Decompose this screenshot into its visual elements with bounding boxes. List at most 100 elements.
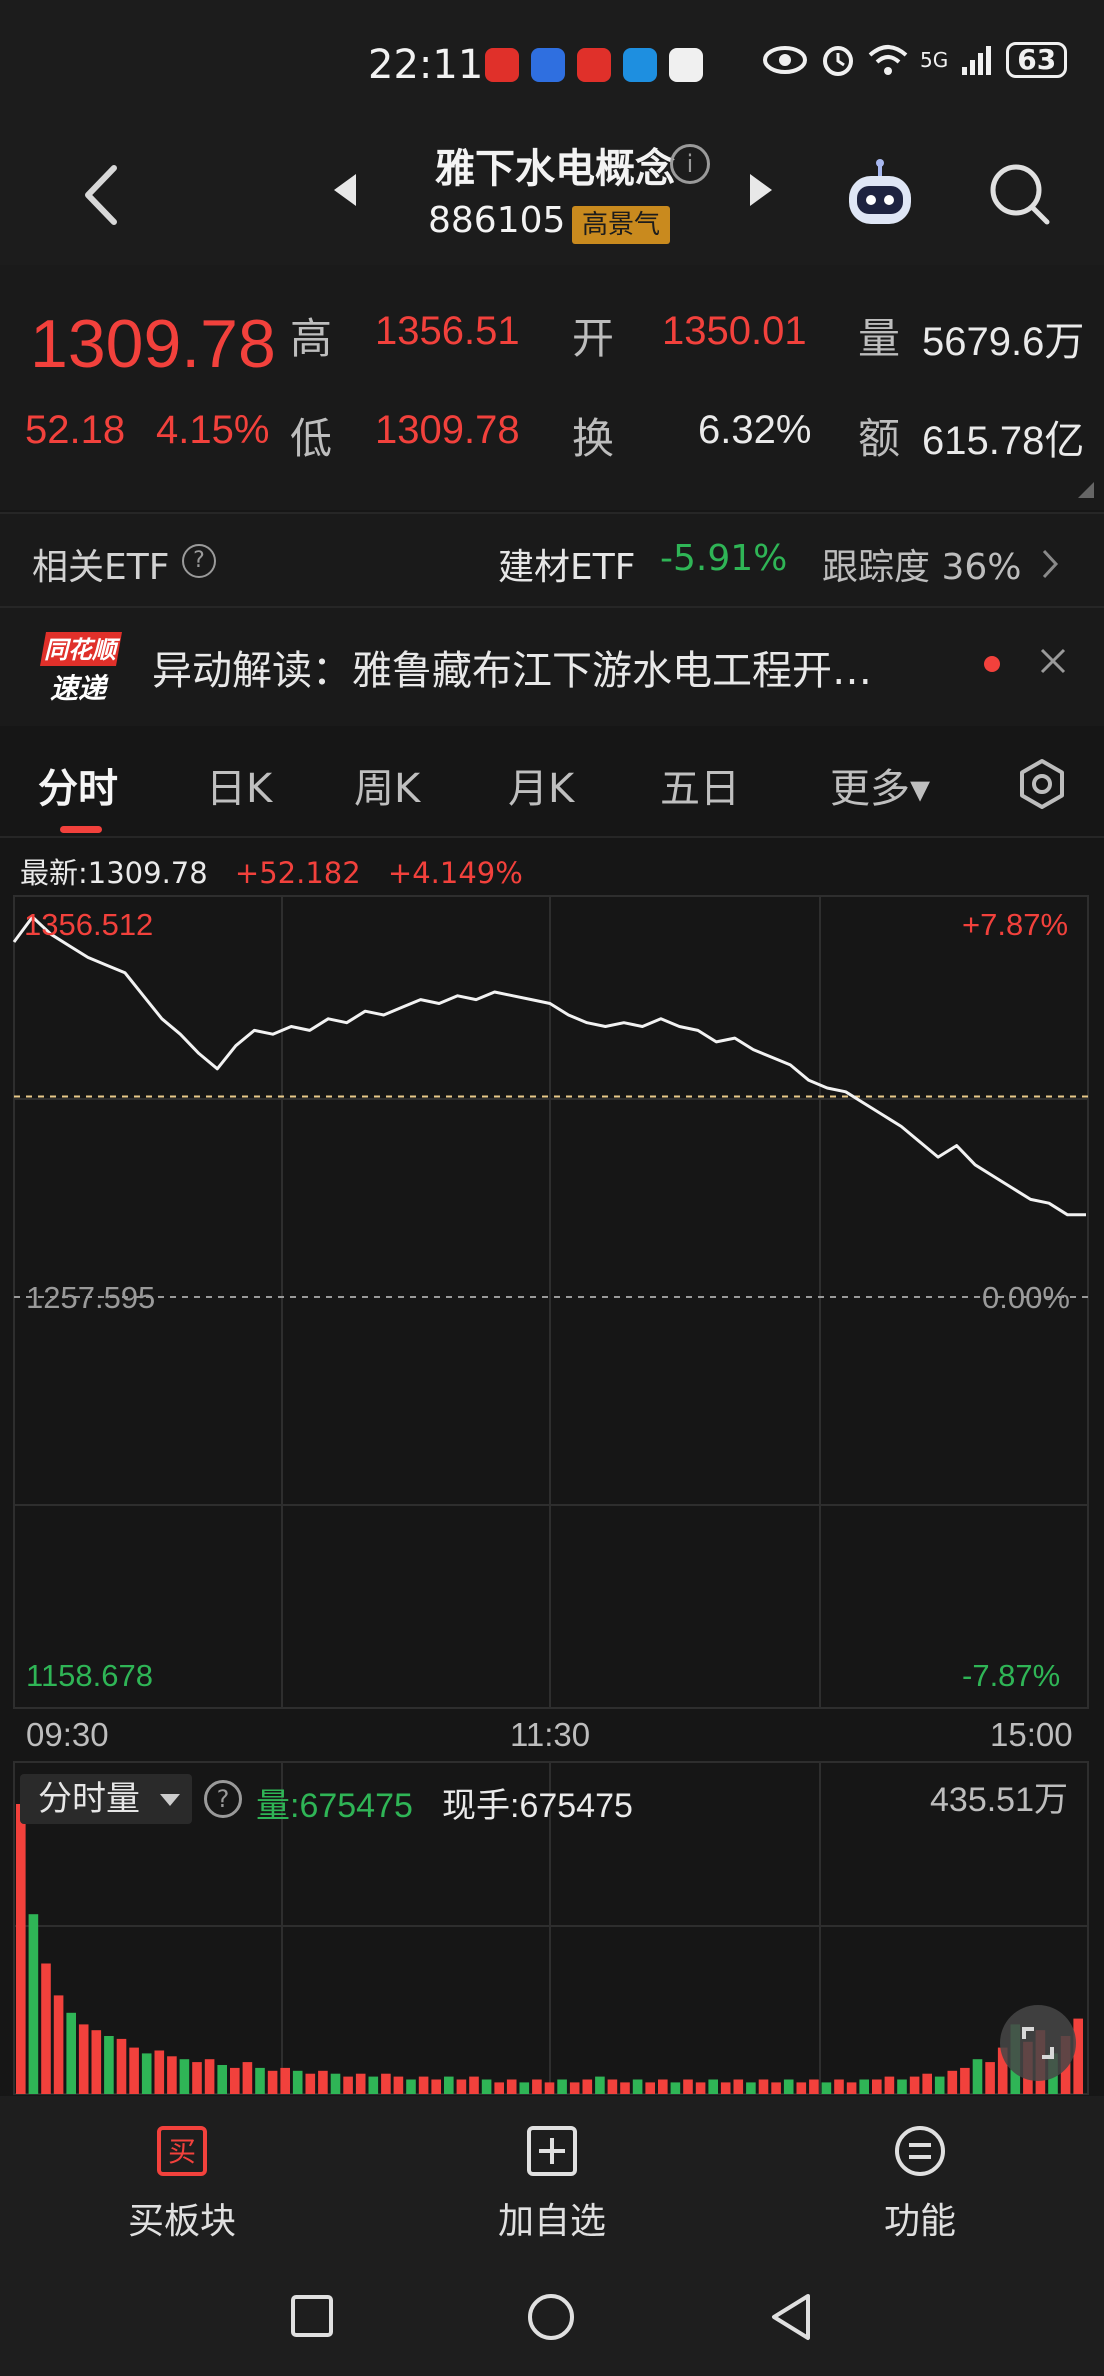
- buy-sector-button[interactable]: 买 买板块: [82, 2124, 282, 2244]
- volume-bar: [41, 1963, 51, 2094]
- news-banner[interactable]: 同花顺 速递 异动解读：雅鲁藏布江下游水电工程开…: [0, 608, 1104, 726]
- y-axis-top-pct: +7.87%: [962, 907, 1069, 942]
- settings-icon[interactable]: [1016, 758, 1068, 810]
- status-bar: 22:11 5G 63: [0, 0, 1104, 130]
- volume-bar: [292, 2070, 303, 2094]
- volume-bar: [204, 2059, 215, 2094]
- network-type: 5G: [920, 48, 949, 72]
- volume-bar: [620, 2082, 630, 2094]
- functions-button[interactable]: 功能: [820, 2124, 1020, 2244]
- volume-bar: [506, 2079, 517, 2094]
- volume-bar: [834, 2079, 844, 2094]
- home-icon[interactable]: [526, 2292, 576, 2342]
- volume-bar: [796, 2082, 807, 2094]
- volume-bar: [708, 2079, 718, 2094]
- info-icon[interactable]: i: [670, 144, 710, 184]
- status-badge[interactable]: 高景气: [572, 206, 671, 244]
- volume-bar: [607, 2079, 618, 2094]
- volume-bar: [909, 2076, 920, 2094]
- app-notification-icon: [669, 48, 703, 82]
- prev-stock-arrow-icon[interactable]: [330, 170, 360, 210]
- status-time: 22:11: [368, 42, 484, 88]
- add-watchlist-button[interactable]: 加自选: [452, 2124, 652, 2244]
- volume-bar: [758, 2079, 769, 2094]
- chart-info-line: 最新:1309.78 +52.182 +4.149%: [20, 850, 541, 892]
- app-notification-icon: [485, 48, 519, 82]
- volume-bar: [494, 2082, 504, 2094]
- volume-bar: [431, 2079, 441, 2094]
- bottom-action-bar: 买 买板块 加自选 功能: [0, 2096, 1104, 2256]
- volume-bar: [922, 2073, 932, 2094]
- volume-bar: [305, 2073, 316, 2094]
- volume-bar: [456, 2079, 467, 2094]
- volume-bar: [78, 2024, 89, 2094]
- volume-bar: [280, 2067, 290, 2094]
- signal-icon: [962, 46, 992, 75]
- volume-bar: [230, 2067, 240, 2094]
- volume-bar: [481, 2079, 492, 2094]
- active-tab-indicator: [60, 826, 102, 833]
- etf-name: 建材ETF: [498, 547, 636, 588]
- volume-bar: [544, 2082, 555, 2094]
- battery-indicator: 63: [1006, 42, 1068, 78]
- etf-label: 相关ETF: [32, 547, 170, 588]
- buy-icon-glyph: 买: [168, 2135, 196, 2168]
- volume-bar: [28, 1914, 39, 2094]
- tab-more[interactable]: 更多▾: [830, 756, 930, 814]
- news-headline[interactable]: 异动解读：雅鲁藏布江下游水电工程开…: [152, 638, 872, 696]
- tab-monthly-k[interactable]: 月K: [508, 756, 574, 814]
- back-arrow-icon[interactable]: [72, 160, 132, 230]
- tab-daily-k[interactable]: 日K: [206, 756, 272, 814]
- close-icon[interactable]: [1036, 644, 1070, 678]
- volume-bar: [972, 2059, 983, 2094]
- volume-help-icon[interactable]: ?: [204, 1780, 242, 1818]
- tab-weekly-k[interactable]: 周K: [354, 756, 420, 814]
- news-logo: 同花顺 速递: [40, 632, 122, 705]
- volume-bar: [532, 2079, 542, 2094]
- volume-bar: [129, 2047, 139, 2094]
- y-axis-bottom-label: 1158.678: [26, 1658, 153, 1693]
- volume-bar: [343, 2076, 353, 2094]
- volume-bar: [771, 2082, 781, 2094]
- buy-sector-label: 买板块: [127, 2201, 236, 2242]
- volume-type-dropdown[interactable]: 分时量: [20, 1774, 192, 1824]
- volume-bar: [154, 2050, 165, 2094]
- wifi-icon: [868, 45, 908, 75]
- volume-bar: [595, 2076, 605, 2094]
- tab-five-day[interactable]: 五日: [660, 756, 740, 814]
- fullscreen-expand-icon[interactable]: [1000, 2005, 1076, 2081]
- volume-bar: [783, 2079, 794, 2094]
- volume-bar: [16, 1804, 26, 2094]
- related-etf-row[interactable]: 相关ETF ? 建材ETF -5.91% 跟踪度 36%: [0, 512, 1104, 608]
- quote-panel: 1309.78 52.18 4.15% 高 1356.51 开 1350.01 …: [0, 265, 1104, 510]
- intraday-price-chart[interactable]: [0, 890, 1104, 1710]
- search-icon[interactable]: [985, 158, 1055, 230]
- volume-max-label: 435.51万: [930, 1781, 1068, 1819]
- volume-bar: [985, 2062, 995, 2094]
- volume-bar: [582, 2079, 593, 2094]
- etf-change: -5.91%: [660, 538, 788, 579]
- chevron-right-icon[interactable]: [1040, 548, 1060, 580]
- recent-apps-icon[interactable]: [290, 2294, 334, 2338]
- news-logo-bottom: 速递: [50, 672, 109, 705]
- help-icon[interactable]: ?: [182, 544, 216, 578]
- expand-corner-icon[interactable]: [1078, 482, 1094, 498]
- volume-bar: [670, 2082, 681, 2094]
- ai-assistant-robot-icon[interactable]: [843, 158, 917, 230]
- volume-bar: [746, 2082, 756, 2094]
- next-stock-arrow-icon[interactable]: [746, 170, 776, 210]
- price-change-pct: 4.15%: [156, 408, 270, 452]
- nav-header: 雅下水电概念 i 886105 高景气: [0, 130, 1104, 265]
- volume-bar: [695, 2082, 706, 2094]
- tab-intraday[interactable]: 分时: [38, 756, 118, 814]
- amount-value: 615.78亿: [922, 419, 1085, 463]
- stock-code: 886105: [428, 200, 566, 241]
- chart-tabs: 分时 日K 周K 月K 五日 更多▾: [0, 726, 1104, 838]
- back-nav-icon[interactable]: [768, 2292, 814, 2342]
- volume-bar: [569, 2082, 580, 2094]
- volume-bar: [267, 2070, 278, 2094]
- open-value: 1350.01: [662, 309, 807, 353]
- volume-bar: [947, 2070, 958, 2094]
- chart-latest: 最新:1309.78: [20, 856, 208, 890]
- volume-bar: [381, 2073, 391, 2094]
